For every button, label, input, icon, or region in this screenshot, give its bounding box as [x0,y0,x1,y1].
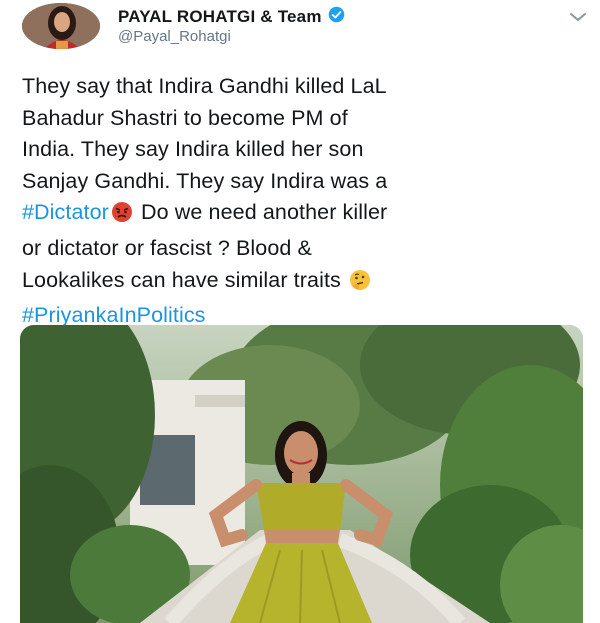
author-name[interactable]: PAYAL ROHATGI & Team [118,7,322,27]
tweet-line: or dictator or fascist ? Blood & [22,235,312,260]
author-handle[interactable]: @Payal_Rohatgi [118,28,231,45]
profile-photo [22,3,100,49]
thinking-face-emoji [349,269,371,301]
tweet-line: Lookalikes can have similar traits [22,265,592,301]
verified-badge-icon [328,6,345,28]
tweet-line: #Dictator Do we need another killer [22,197,592,233]
angry-face-emoji [111,201,133,233]
hashtag-priyankainpolitics[interactable]: #PriyankaInPolitics [22,303,206,327]
chevron-down-icon[interactable] [568,10,588,24]
hashtag-dictator[interactable]: #Dictator [22,200,109,224]
woman-standing-garden-photo [20,325,583,623]
tweet-line: India. They say Indira killed her son [22,137,364,162]
author-row: PAYAL ROHATGI & Team [118,6,345,28]
tweet-line-text: Do we need another killer [141,200,388,225]
tweet-line-text: Lookalikes can have similar traits [22,267,341,292]
tweet-line: Sanjay Gandhi. They say Indira was a [22,168,388,193]
avatar[interactable] [22,3,100,49]
tweet-media-photo[interactable] [20,325,583,623]
tweet-text: They say that Indira Gandhi killed LaL B… [22,71,592,332]
tweet-line: They say that Indira Gandhi killed LaL [22,74,387,98]
tweet-line: Bahadur Shastri to become PM of [22,105,348,130]
